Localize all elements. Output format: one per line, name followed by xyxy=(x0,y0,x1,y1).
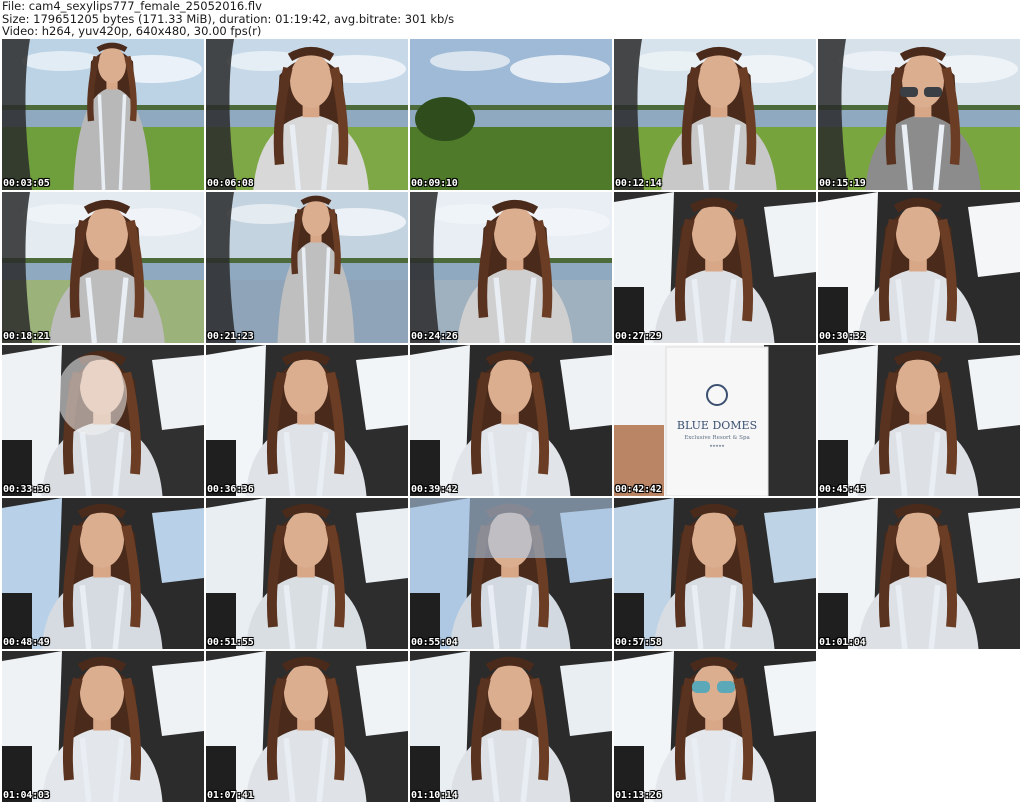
video-thumbnail[interactable]: 00:21:23 xyxy=(206,192,408,343)
thumbnail-timestamp: 00:24:26 xyxy=(411,331,458,342)
thumbnail-timestamp: 01:04:03 xyxy=(3,790,50,801)
thumbnail-image xyxy=(410,345,612,496)
video-thumbnail[interactable]: 00:15:19 xyxy=(818,39,1020,190)
thumbnail-timestamp: 00:42:42 xyxy=(615,484,662,495)
video-thumbnail[interactable]: 00:36:36 xyxy=(206,345,408,496)
thumbnail-timestamp: 00:12:14 xyxy=(615,178,662,189)
thumbnail-image xyxy=(2,39,204,190)
thumbnail-image xyxy=(206,498,408,649)
video-thumbnail[interactable]: 00:06:08 xyxy=(206,39,408,190)
video-thumbnail[interactable]: 00:39:42 xyxy=(410,345,612,496)
thumbnail-image xyxy=(2,651,204,802)
thumbnail-image xyxy=(818,39,1020,190)
thumbnail-image xyxy=(206,192,408,343)
thumbnail-image xyxy=(410,498,612,649)
thumbnail-timestamp: 00:33:36 xyxy=(3,484,50,495)
video-thumbnail[interactable]: 00:33:36 xyxy=(2,345,204,496)
thumbnail-image xyxy=(206,345,408,496)
video-thumbnail[interactable]: 01:10:14 xyxy=(410,651,612,802)
video-thumbnail[interactable]: 00:57:58 xyxy=(614,498,816,649)
video-thumbnail[interactable]: 01:13:26 xyxy=(614,651,816,802)
video-thumbnail[interactable]: 00:55:04 xyxy=(410,498,612,649)
thumbnail-timestamp: 00:09:10 xyxy=(411,178,458,189)
thumbnail-timestamp: 00:21:23 xyxy=(207,331,254,342)
video-thumbnail[interactable]: 00:45:45 xyxy=(818,345,1020,496)
thumbnail-image xyxy=(2,192,204,343)
video-thumbnail[interactable]: 00:30:32 xyxy=(818,192,1020,343)
brochure-card: BLUE DOMES Exclusive Resort & Spa ★★★★★ xyxy=(665,346,769,496)
thumbnail-timestamp: 00:30:32 xyxy=(819,331,866,342)
thumbnail-timestamp: 00:03:05 xyxy=(3,178,50,189)
video-thumbnail[interactable]: 01:04:03 xyxy=(2,651,204,802)
thumbnail-timestamp: 01:01:04 xyxy=(819,637,866,648)
thumbnail-timestamp: 00:27:29 xyxy=(615,331,662,342)
video-thumbnail[interactable]: 01:07:41 xyxy=(206,651,408,802)
thumbnail-timestamp: 00:39:42 xyxy=(411,484,458,495)
thumbnail-image xyxy=(410,192,612,343)
thumbnail-image xyxy=(410,651,612,802)
video-thumbnail[interactable]: 00:09:10 xyxy=(410,39,612,190)
thumbnail-image xyxy=(410,39,612,190)
video-thumbnail[interactable]: 00:12:14 xyxy=(614,39,816,190)
video-thumbnail[interactable]: BLUE DOMES Exclusive Resort & Spa ★★★★★ 00:… xyxy=(614,345,816,496)
thumbnail-timestamp: 01:13:26 xyxy=(615,790,662,801)
video-thumbnail[interactable]: 00:27:29 xyxy=(614,192,816,343)
thumbnail-timestamp: 00:06:08 xyxy=(207,178,254,189)
thumbnail-image xyxy=(818,192,1020,343)
thumbnail-image xyxy=(614,39,816,190)
thumbnail-image: BLUE DOMES Exclusive Resort & Spa ★★★★★ xyxy=(614,345,816,496)
thumbnail-image xyxy=(206,39,408,190)
thumbnail-image xyxy=(2,345,204,496)
card-tagline: Exclusive Resort & Spa xyxy=(684,435,750,441)
thumbnail-image xyxy=(614,651,816,802)
thumbnail-timestamp: 00:15:19 xyxy=(819,178,866,189)
video-thumbnail[interactable]: 00:48:49 xyxy=(2,498,204,649)
file-info-header: File: cam4_sexylips777_female_25052016.f… xyxy=(2,0,454,38)
thumbnail-image xyxy=(818,498,1020,649)
video-thumbnail[interactable]: 00:18:21 xyxy=(2,192,204,343)
video-thumbnail[interactable]: 00:51:55 xyxy=(206,498,408,649)
thumbnail-timestamp: 00:48:49 xyxy=(3,637,50,648)
thumbnail-timestamp: 00:55:04 xyxy=(411,637,458,648)
thumbnail-image xyxy=(206,651,408,802)
thumbnail-image xyxy=(614,192,816,343)
thumbnail-image xyxy=(2,498,204,649)
card-stars: ★★★★★ xyxy=(709,443,724,449)
video-thumbnail[interactable]: 00:24:26 xyxy=(410,192,612,343)
thumbnail-timestamp: 00:36:36 xyxy=(207,484,254,495)
file-name-line: File: cam4_sexylips777_female_25052016.f… xyxy=(2,0,262,13)
video-thumbnail[interactable]: 01:01:04 xyxy=(818,498,1020,649)
thumbnail-timestamp: 00:18:21 xyxy=(3,331,50,342)
video-thumbnail[interactable]: 00:03:05 xyxy=(2,39,204,190)
thumbnail-grid: 00:03:05 00:06:08 00:09:10 00:12:14 00:15:19… xyxy=(2,39,1020,802)
thumbnail-timestamp: 00:51:55 xyxy=(207,637,254,648)
card-brand: BLUE DOMES xyxy=(677,419,757,432)
video-info-line: Video: h264, yuv420p, 640x480, 30.00 fps… xyxy=(2,24,262,39)
thumbnail-image xyxy=(818,345,1020,496)
thumbnail-timestamp: 00:45:45 xyxy=(819,484,866,495)
thumbnail-image xyxy=(614,498,816,649)
thumbnail-timestamp: 01:10:14 xyxy=(411,790,458,801)
thumbnail-timestamp: 00:57:58 xyxy=(615,637,662,648)
thumbnail-timestamp: 01:07:41 xyxy=(207,790,254,801)
